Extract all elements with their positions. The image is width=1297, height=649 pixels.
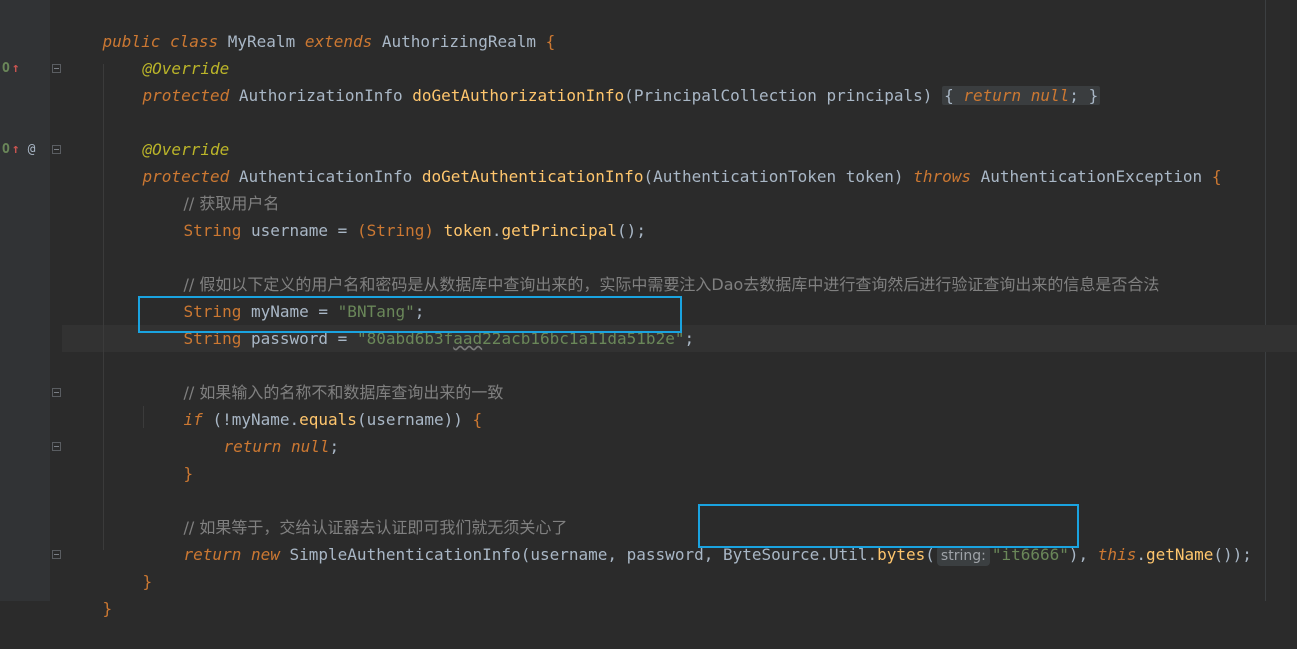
code-line-19[interactable]: // 如果等于，交给认证器去认证即可我们就无须关心了 xyxy=(145,487,568,537)
keyword: protected xyxy=(142,86,239,105)
override-icon: O xyxy=(2,61,10,76)
code-rest: (username)) xyxy=(356,410,473,429)
keyword: null xyxy=(290,437,330,456)
code-rest: (); xyxy=(617,221,646,240)
code-line-22[interactable]: } xyxy=(64,568,113,618)
keyword: throws xyxy=(913,167,981,186)
method-name: doGetAuthenticationInfo xyxy=(421,167,644,186)
exception-type: AuthenticationException xyxy=(980,167,1212,186)
param-name: token xyxy=(845,167,894,186)
brace: { xyxy=(545,32,556,51)
type: String xyxy=(183,329,251,348)
semicolon: ; xyxy=(329,437,340,456)
comma: , xyxy=(1078,545,1098,564)
brace: } xyxy=(1088,86,1099,105)
fold-marker[interactable] xyxy=(52,442,61,451)
class-name: MyRealm xyxy=(227,32,305,51)
parameter-hint: string: xyxy=(936,546,990,566)
brace: } xyxy=(142,572,153,591)
code-line-20[interactable]: return new SimpleAuthenticationInfo(user… xyxy=(145,514,1252,566)
at-icon: @ xyxy=(27,142,36,157)
code-line-12[interactable]: String password = "80abd6b3faad22acb16bc… xyxy=(145,298,695,348)
param-type: AuthenticationToken xyxy=(653,167,846,186)
code-line-11[interactable]: String myName = "BNTang"; xyxy=(145,271,425,321)
code-line-10[interactable]: // 假如以下定义的用户名和密码是从数据库中查询出来的，实际中需要注入Dao去数… xyxy=(145,244,1160,294)
string-literal: "it6666" xyxy=(991,545,1069,564)
code-line-16[interactable]: return null; xyxy=(185,406,340,456)
indent-guide xyxy=(143,406,144,428)
code-line-14[interactable]: // 如果输入的名称不和数据库查询出来的一致 xyxy=(145,352,504,402)
keyword: extends xyxy=(304,32,382,51)
code-rest: ()); xyxy=(1213,545,1252,564)
string-literal: "80abd6b3f xyxy=(356,329,454,348)
variable: password = xyxy=(250,329,357,348)
code-editor[interactable]: O ↑ O ↑ @ public class MyRealm extends Auth… xyxy=(0,0,1297,618)
semicolon: ; xyxy=(1069,86,1089,105)
fold-marker[interactable] xyxy=(52,388,61,397)
method-name: doGetAuthorizationInfo xyxy=(412,86,625,105)
semicolon: ; xyxy=(684,329,695,348)
implements-arrow-icon: ↑ xyxy=(11,142,20,157)
brace: } xyxy=(183,464,194,483)
cast: (String) xyxy=(356,221,444,240)
paren: ) xyxy=(893,167,914,186)
code-line-15[interactable]: if (!myName.equals(username)) { xyxy=(145,379,483,429)
right-margin-guide xyxy=(1265,0,1266,601)
code-line-17[interactable]: } xyxy=(145,433,194,483)
dot: . xyxy=(491,221,502,240)
keyword: return xyxy=(223,437,291,456)
code-line-21[interactable]: } xyxy=(104,541,153,591)
code-line-3[interactable]: protected AuthorizationInfo doGetAuthori… xyxy=(104,55,1101,105)
param-ref: token xyxy=(443,221,492,240)
keyword: this xyxy=(1097,545,1137,564)
folded-body[interactable]: { return null; } xyxy=(942,86,1101,105)
param-name: principals xyxy=(826,86,923,105)
paren: ) xyxy=(922,86,943,105)
return-type: AuthorizationInfo xyxy=(238,86,413,105)
brace: { xyxy=(944,86,954,105)
class-name: SimpleAuthenticationInfo xyxy=(289,545,521,564)
paren: ) xyxy=(1068,545,1079,564)
code-line-8[interactable]: String username = (String) token.getPrin… xyxy=(145,190,646,240)
fold-marker[interactable] xyxy=(52,145,61,154)
arguments: (username, password, xyxy=(520,545,723,564)
editor-gutter xyxy=(0,0,50,601)
brace: { xyxy=(472,410,483,429)
method-call: getPrincipal xyxy=(501,221,618,240)
override-icon: O xyxy=(2,142,10,157)
method-call: bytes xyxy=(877,545,926,564)
paren: ( xyxy=(925,545,935,564)
keyword: null xyxy=(1030,86,1070,105)
code-line-5[interactable]: @Override xyxy=(104,109,230,159)
fold-marker[interactable] xyxy=(52,64,61,73)
implements-arrow-icon: ↑ xyxy=(11,61,20,76)
paren: ( xyxy=(643,167,654,186)
param-type: PrincipalCollection xyxy=(633,86,827,105)
fold-marker[interactable] xyxy=(52,550,61,559)
keyword: return xyxy=(953,86,1031,105)
parent-class: AuthorizingRealm xyxy=(381,32,546,51)
override-marker[interactable]: O ↑ xyxy=(2,55,20,82)
override-marker-2[interactable]: O ↑ @ xyxy=(2,136,35,163)
class-ref: ByteSource.Util. xyxy=(722,545,878,564)
string-literal: 22acb16bc1a11da51b2e" xyxy=(482,329,685,348)
code-line-7[interactable]: // 获取用户名 xyxy=(145,163,280,213)
variable: username = xyxy=(250,221,357,240)
brace: { xyxy=(1211,167,1222,186)
code-line-1[interactable]: public class MyRealm extends Authorizing… xyxy=(64,1,556,51)
method-call: getName xyxy=(1145,545,1214,564)
type: String xyxy=(183,221,251,240)
paren: ( xyxy=(624,86,634,105)
keyword: return new xyxy=(183,545,290,564)
dot: . xyxy=(1136,545,1146,564)
typo-marked-text: aad xyxy=(453,329,483,348)
code-line-2[interactable]: @Override xyxy=(104,28,230,78)
brace: } xyxy=(102,599,113,618)
code-line-6[interactable]: protected AuthenticationInfo doGetAuthen… xyxy=(104,136,1222,186)
